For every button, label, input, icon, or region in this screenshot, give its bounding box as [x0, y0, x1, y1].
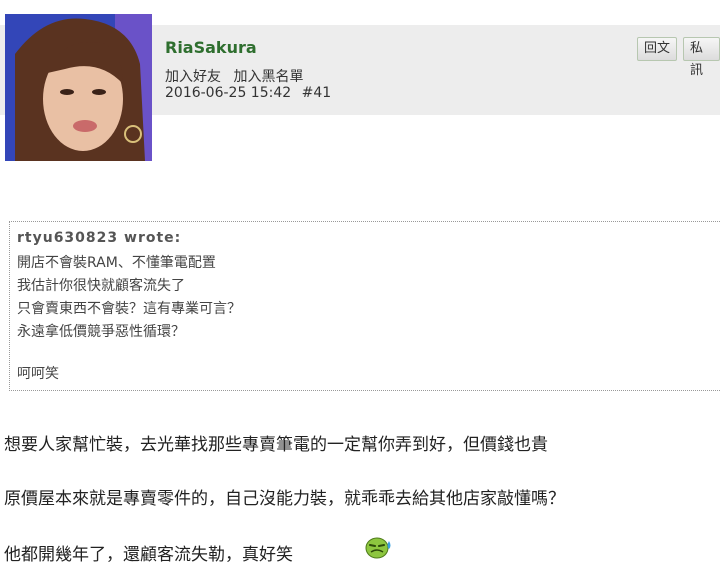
post-body-line: 他都開幾年了，還顧客流失勒，真好笑 [4, 545, 293, 565]
quote-line: 開店不會裝RAM、不懂筆電配置 [17, 255, 216, 271]
post-username[interactable]: RiaSakura [165, 38, 257, 57]
quote-line: 我估計你很快就顧客流失了 [17, 278, 185, 294]
post-number[interactable]: #41 [302, 85, 332, 101]
reply-button[interactable]: 回文 [637, 37, 678, 61]
post-body-line: 想要人家幫忙裝，去光華找那些專賣筆電的一定幫你弄到好，但價錢也貴 [4, 435, 548, 455]
post-date: 2016-06-25 15:42 [165, 85, 292, 101]
add-friend-link[interactable]: 加入好友 [165, 69, 221, 85]
quote-line: 呵呵笑 [17, 366, 59, 382]
avatar-image [5, 14, 152, 161]
quote-block: rtyu630823 wrote: 開店不會裝RAM、不懂筆電配置 我估計你很快… [9, 221, 720, 391]
quote-line: 只會賣東西不會裝？這有專業可言？ [17, 301, 241, 317]
sweat-smiley-icon [365, 535, 393, 559]
quote-line: 永遠拿低價競爭惡性循環？ [17, 324, 185, 340]
add-blacklist-link[interactable]: 加入黑名單 [233, 69, 303, 85]
quote-author: rtyu630823 wrote: [17, 230, 182, 246]
post-body-line: 原價屋本來就是專賣零件的，自己沒能力裝，就乖乖去給其他店家敲懂嗎？ [4, 489, 565, 509]
private-message-button[interactable]: 私訊 [683, 37, 720, 78]
user-actions: 加入好友 加入黑名單 [165, 66, 311, 86]
post-meta: 2016-06-25 15:42 #41 [165, 85, 337, 101]
avatar[interactable] [5, 14, 152, 161]
